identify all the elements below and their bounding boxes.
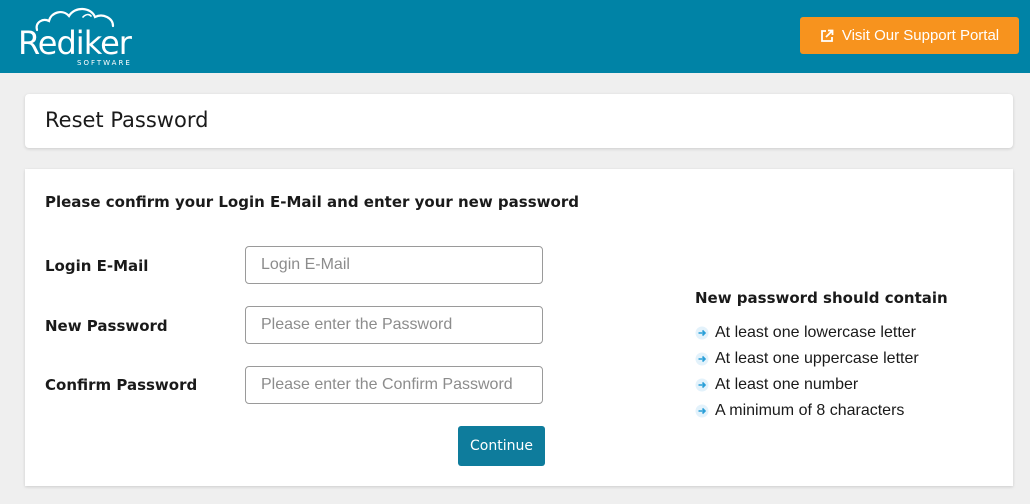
requirement-text: At least one uppercase letter: [715, 350, 919, 367]
password-requirements-title: New password should contain: [695, 289, 948, 307]
list-item: At least one number: [695, 372, 919, 398]
support-portal-button[interactable]: Visit Our Support Portal: [800, 17, 1019, 54]
form-instructions: Please confirm your Login E-Mail and ent…: [45, 193, 579, 211]
rediker-logo[interactable]: Rediker SOFTWARE: [15, 4, 135, 70]
requirement-text: A minimum of 8 characters: [715, 402, 905, 419]
new-password-input[interactable]: [245, 306, 543, 344]
page-title: Reset Password: [45, 108, 209, 132]
confirm-password-label: Confirm Password: [45, 376, 198, 394]
password-requirements-list: At least one lowercase letter At least o…: [695, 320, 919, 424]
login-email-label: Login E-Mail: [45, 257, 149, 275]
arrow-right-icon: [695, 404, 709, 418]
list-item: A minimum of 8 characters: [695, 398, 919, 424]
logo-wordmark: Rediker: [18, 24, 132, 62]
continue-button[interactable]: Continue: [458, 426, 545, 466]
title-card: Reset Password: [25, 94, 1013, 148]
login-email-input[interactable]: [245, 246, 543, 284]
requirement-text: At least one lowercase letter: [715, 324, 916, 341]
arrow-right-icon: [695, 378, 709, 392]
list-item: At least one uppercase letter: [695, 346, 919, 372]
reset-password-form: Please confirm your Login E-Mail and ent…: [25, 169, 1013, 486]
top-bar: Rediker SOFTWARE Visit Our Support Porta…: [0, 0, 1030, 73]
external-link-icon: [820, 29, 834, 42]
new-password-label: New Password: [45, 317, 168, 335]
requirement-text: At least one number: [715, 376, 859, 393]
confirm-password-input[interactable]: [245, 366, 543, 404]
support-portal-label: Visit Our Support Portal: [841, 27, 1000, 44]
logo-subtitle: SOFTWARE: [77, 59, 132, 67]
arrow-right-icon: [695, 326, 709, 340]
arrow-right-icon: [695, 352, 709, 366]
list-item: At least one lowercase letter: [695, 320, 919, 346]
